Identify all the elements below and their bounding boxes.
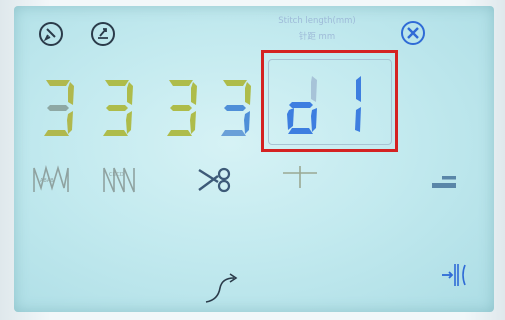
digit-2: [103, 80, 133, 136]
lcd-panel: [14, 6, 494, 312]
tools-icon[interactable]: [400, 20, 426, 46]
tack-stitch-icon[interactable]: [280, 164, 320, 194]
pattern-cdcd-icon[interactable]: CDCD: [100, 164, 140, 194]
digit-4: [221, 80, 251, 136]
presser-foot-level-icon[interactable]: [432, 174, 458, 192]
needle-threader-icon[interactable]: [38, 21, 64, 47]
digit-1: [44, 80, 74, 136]
thread-trimmer-icon[interactable]: [196, 164, 236, 196]
selection-highlight: [261, 50, 398, 152]
digit-3: [167, 80, 197, 136]
reverse-stitch-icon[interactable]: [202, 270, 242, 306]
needle-position-icon[interactable]: [440, 260, 470, 290]
svg-text:ABAB: ABAB: [40, 178, 54, 184]
stitch-length-label: Stitch length(mm): [278, 16, 356, 26]
stitch-length-label-cn: 针距 mm: [298, 32, 336, 42]
presser-foot-icon[interactable]: [90, 21, 116, 47]
pattern-abab-icon[interactable]: ABAB: [32, 164, 72, 194]
svg-text:CDCD: CDCD: [109, 172, 124, 178]
